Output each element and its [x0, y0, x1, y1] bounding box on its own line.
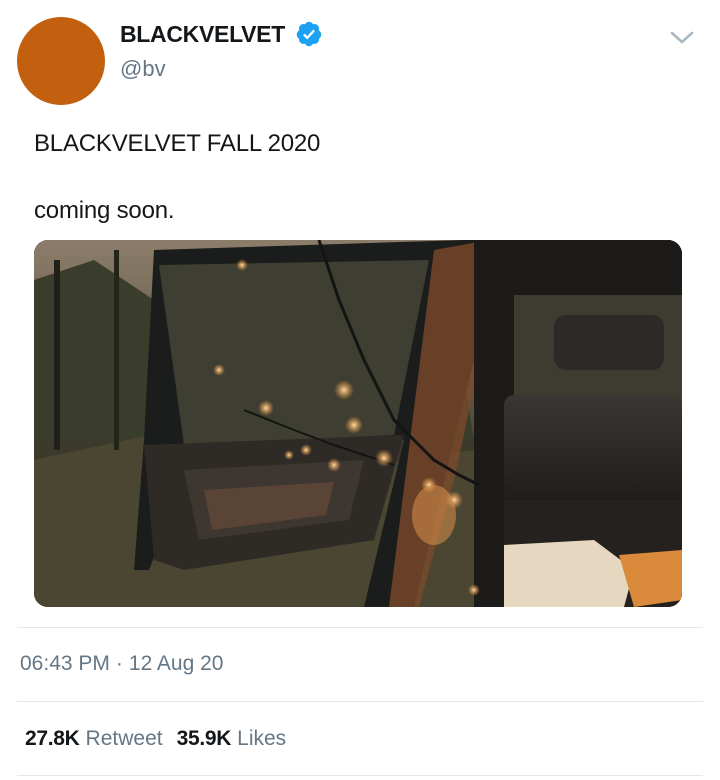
divider [17, 775, 703, 776]
tweet-timestamp[interactable]: 06:43 PM · 12 Aug 20 [20, 652, 223, 676]
tweet-card: BLACKVELVET @bv BLACKVELVET FALL 2020 co… [0, 0, 720, 780]
tweet-text-line: coming soon. [34, 197, 175, 224]
retweets-label: Retweet [85, 727, 163, 750]
author-handle[interactable]: @bv [120, 56, 166, 82]
tweet-time: 06:43 PM [20, 652, 110, 675]
chevron-down-icon[interactable] [668, 28, 696, 48]
author-name-row: BLACKVELVET [120, 20, 323, 48]
likes-label: Likes [237, 727, 287, 750]
retweets-stat[interactable]: 27.8K Retweet [25, 727, 163, 751]
divider [17, 627, 703, 628]
author-display-name[interactable]: BLACKVELVET [120, 21, 285, 48]
tweet-stats: 27.8K Retweet 35.9K Likes [25, 727, 286, 751]
tweet-media-photo[interactable] [34, 240, 682, 607]
likes-count: 35.9K [176, 727, 232, 750]
tweet-date: 12 Aug 20 [128, 652, 224, 675]
retweets-count: 27.8K [25, 727, 80, 750]
tweet-text-line: BLACKVELVET FALL 2020 [34, 130, 321, 157]
avatar[interactable] [17, 17, 105, 105]
timestamp-separator: · [115, 652, 123, 675]
likes-stat[interactable]: 35.9K Likes [177, 727, 287, 751]
divider [17, 701, 703, 702]
verified-badge-icon [295, 20, 323, 48]
photo-car-interior [34, 240, 682, 607]
